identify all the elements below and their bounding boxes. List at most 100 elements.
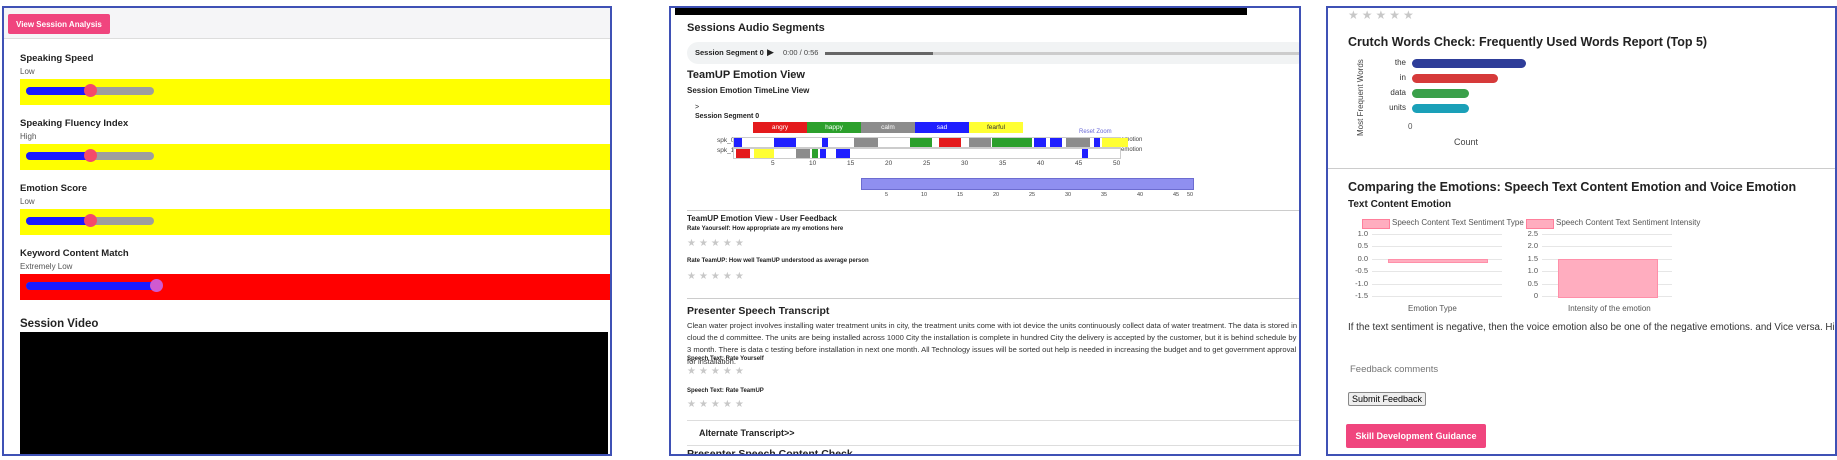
row-label-spk1: spk_1 [717, 147, 735, 154]
audio-progress-bar[interactable] [825, 52, 1299, 55]
y-tick: 0.5 [1527, 278, 1538, 288]
bar-units [1412, 104, 1470, 113]
segment-label: Session Segment 0 [695, 113, 760, 120]
crutch-words-title: Crutch Words Check: Frequently Used Word… [1348, 35, 1708, 49]
y-tick: 0.0 [1357, 253, 1368, 263]
rate-teamup-label: Rate TeamUP: How well TeamUP understood … [687, 258, 869, 264]
emotion-view-panel: Sessions Audio Segments Session Segment … [669, 6, 1301, 456]
axis-tick: 50 [1113, 160, 1121, 167]
y-axis-label: Most Frequent Words [1356, 59, 1365, 136]
bar [1558, 258, 1658, 298]
speech-rate-yourself-label: Speech Text: Rate Yourself [687, 356, 764, 362]
legend-angry: angry [753, 122, 807, 133]
expand-caret[interactable]: > [695, 104, 699, 111]
rate-yourself-label: Rate Yaourself: How appropriate are my e… [687, 226, 844, 232]
metric-keyword-content: Keyword Content Match Extremely Low [20, 248, 610, 300]
skill-development-guidance-button[interactable]: Skill Development Guidance [1346, 424, 1486, 448]
overview-tick: 10 [921, 192, 928, 198]
overview-tick: 5 [885, 192, 889, 198]
axis-tick: 35 [999, 160, 1007, 167]
sentiment-note: If the text sentiment is negative, then … [1348, 322, 1837, 333]
overview-tick: 35 [1101, 192, 1108, 198]
text-content-emotion-title: Text Content Emotion [1348, 199, 1452, 210]
alternate-transcript-toggle[interactable]: Alternate Transcript>> [687, 420, 1299, 446]
reset-zoom-link[interactable]: Reset Zoom [1079, 129, 1112, 135]
play-icon[interactable]: ▶ [767, 47, 774, 58]
row-label-spk0: spk_0 [717, 137, 735, 144]
audio-time: 0:00 / 0:56 [783, 48, 819, 57]
session-video-player[interactable] [20, 332, 608, 454]
bar-category-label: in [1399, 73, 1406, 82]
y-tick: -0.5 [1355, 266, 1368, 276]
transcript-title: Presenter Speech Transcript [687, 305, 830, 317]
overview-tick: 40 [1137, 192, 1144, 198]
session-video-title: Session Video [20, 318, 99, 330]
y-tick: 1.0 [1357, 229, 1368, 238]
legend-text: Speech Content Text Sentiment Type [1392, 218, 1524, 227]
rate-yourself-stars[interactable]: ★★★★★ [687, 238, 747, 249]
y-tick: 1.0 [1527, 266, 1538, 276]
speech-rate-yourself-stars[interactable]: ★★★★★ [687, 366, 747, 377]
emotion-score-slider[interactable] [26, 214, 154, 227]
report-panel: ★★★★★ Crutch Words Check: Frequently Use… [1326, 6, 1837, 456]
metric-level: High [20, 132, 37, 141]
timeline-title: Session Emotion TimeLine View [687, 86, 810, 95]
legend-text: Speech Content Text Sentiment Intensity [1556, 218, 1701, 227]
audio-segment-label: Session Segment 0 [695, 48, 764, 57]
overview-tick: 50 [1187, 192, 1194, 198]
overview-tick: 20 [993, 192, 1000, 198]
bar-category-label: units [1389, 103, 1406, 112]
timeline-row-spk1[interactable] [733, 148, 1121, 159]
feedback-comments-input[interactable] [1348, 360, 1652, 378]
audio-player[interactable]: Session Segment 0 ▶ 0:00 / 0:56 [687, 42, 1299, 64]
gridline [1372, 271, 1502, 273]
overview-tick: 30 [1065, 192, 1072, 198]
axis-tick: 25 [923, 160, 931, 167]
keyword-slider[interactable] [26, 279, 163, 292]
bar [1388, 258, 1488, 264]
x-tick: 0 [1408, 122, 1413, 131]
metric-emotion-score: Emotion Score Low [20, 183, 610, 235]
sentiment-intensity-chart: 2.5 2.0 1.5 1.0 0.5 0 [1514, 229, 1674, 310]
bar-data [1412, 89, 1470, 98]
row-tag-emotion: emotion [1121, 147, 1143, 153]
timeline-overview-navigator[interactable] [861, 178, 1194, 190]
legend-happy: happy [807, 122, 861, 133]
y-tick: 0.5 [1357, 241, 1368, 251]
metric-title: Keyword Content Match [20, 248, 129, 259]
bar-category-label: data [1390, 88, 1406, 97]
x-category: Emotion Type [1408, 304, 1457, 313]
overview-tick: 25 [1029, 192, 1036, 198]
legend-swatch [1526, 219, 1554, 229]
view-session-analysis-button[interactable]: View Session Analysis [8, 14, 110, 34]
x-category: Intensity of the emotion [1568, 304, 1651, 313]
axis-tick: 40 [1037, 160, 1045, 167]
divider [687, 298, 1299, 299]
speaking-speed-slider[interactable] [26, 84, 154, 97]
rating-stars[interactable]: ★★★★★ [1348, 8, 1417, 22]
emotion-view-title: TeamUP Emotion View [687, 69, 805, 81]
metric-speaking-speed: Speaking Speed Low [20, 53, 610, 105]
submit-feedback-button[interactable]: Submit Feedback [1348, 392, 1427, 406]
alternate-transcript-label: Alternate Transcript>> [699, 428, 795, 438]
sentiment-type-chart: 1.0 0.5 0.0 -0.5 -1.0 -1.5 [1344, 229, 1504, 310]
axis-tick: 10 [809, 160, 817, 167]
gridline [1542, 246, 1672, 248]
speech-rate-teamup-stars[interactable]: ★★★★★ [687, 399, 747, 410]
top-bar: View Session Analysis [4, 8, 610, 39]
axis-tick: 30 [961, 160, 969, 167]
metric-bar [20, 79, 610, 105]
legend-swatch [1362, 219, 1390, 229]
timeline-row-spk0[interactable] [733, 137, 1128, 148]
fluency-slider[interactable] [26, 149, 154, 162]
legend-sad: sad [915, 122, 969, 133]
y-tick: 1.5 [1527, 253, 1538, 263]
divider [1328, 168, 1835, 169]
legend-fearful: fearful [969, 122, 1023, 133]
metric-speaking-fluency: Speaking Fluency Index High [20, 118, 610, 170]
x-axis-label: Count [1454, 137, 1479, 147]
legend-calm: calm [861, 122, 915, 133]
rate-teamup-stars[interactable]: ★★★★★ [687, 271, 747, 282]
bar-in [1412, 74, 1498, 83]
gridline [1542, 234, 1672, 235]
